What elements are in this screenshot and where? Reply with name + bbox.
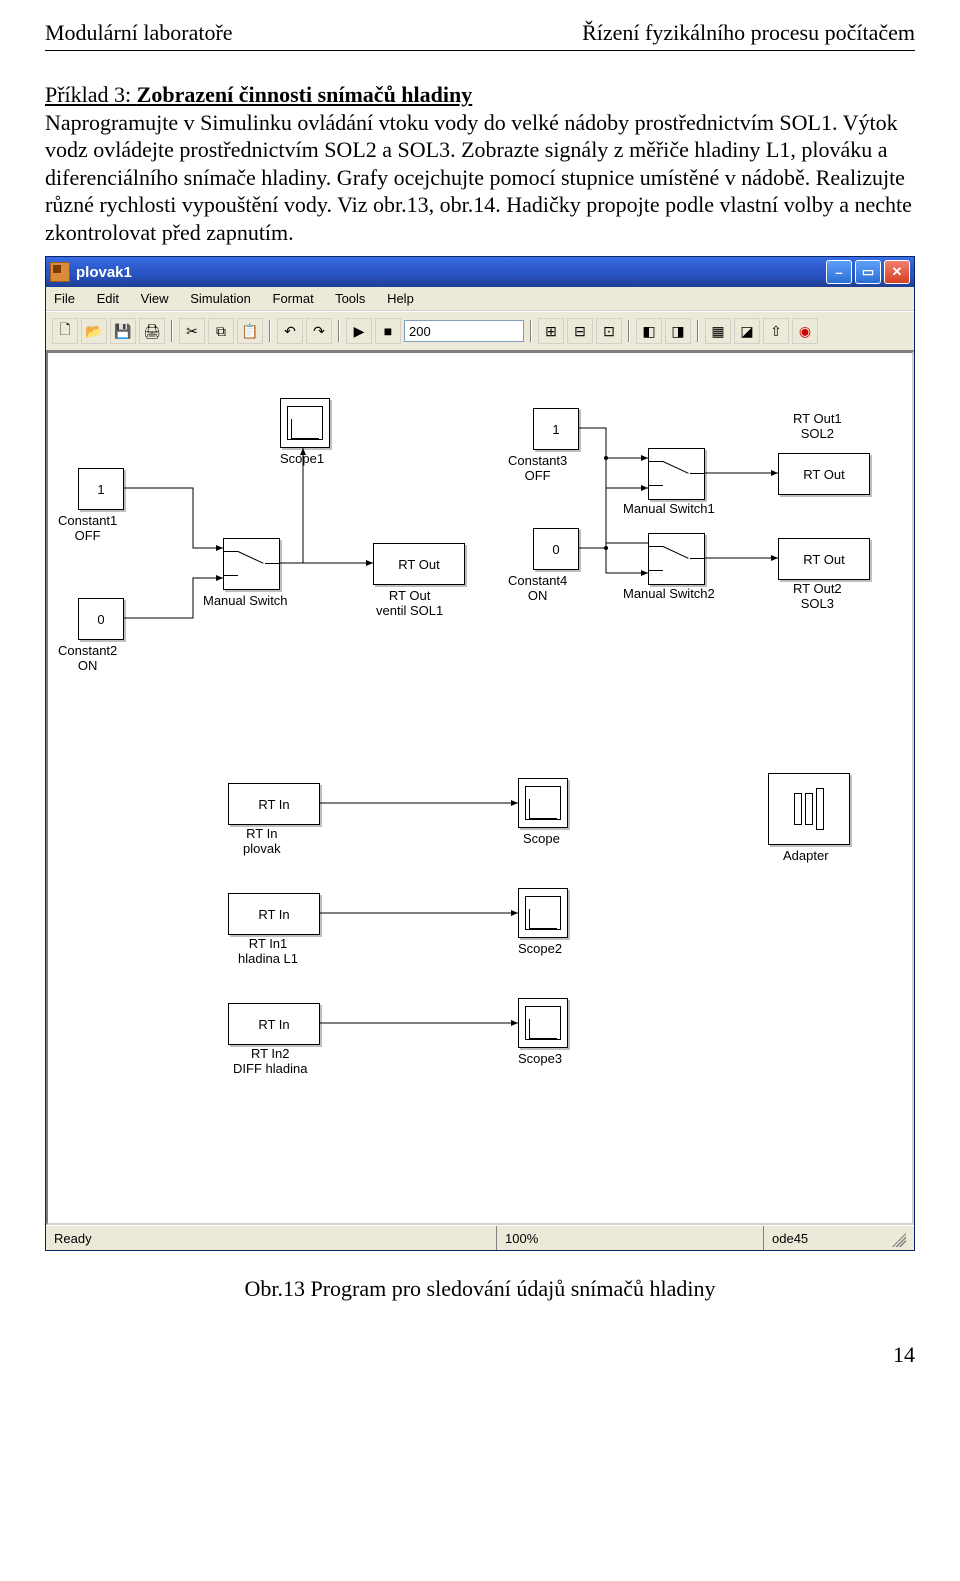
menu-format[interactable]: Format bbox=[273, 291, 314, 306]
minimize-button[interactable]: – bbox=[826, 260, 852, 284]
model-canvas[interactable]: 1 Constant1OFF 0 Constant2ON Manual Swit… bbox=[46, 351, 914, 1225]
tb-icon-i[interactable]: ◉ bbox=[792, 318, 818, 344]
label-scope1: Scope1 bbox=[280, 451, 324, 466]
menu-view[interactable]: View bbox=[141, 291, 169, 306]
titlebar[interactable]: plovak1 – ▭ ✕ bbox=[46, 257, 914, 287]
menu-help[interactable]: Help bbox=[387, 291, 414, 306]
label-constant1: Constant1OFF bbox=[58, 513, 117, 543]
example-lead: Příklad 3: bbox=[45, 82, 137, 107]
page-number: 14 bbox=[45, 1342, 915, 1368]
menu-file[interactable]: File bbox=[54, 291, 75, 306]
label-adapter: Adapter bbox=[783, 848, 829, 863]
stop-icon[interactable]: ■ bbox=[375, 318, 401, 344]
example-title: Zobrazení činnosti snímačů hladiny bbox=[137, 82, 473, 107]
tb-icon-e[interactable]: ◨ bbox=[665, 318, 691, 344]
label-rtout1: RT Out1SOL2 bbox=[793, 411, 842, 441]
label-rtout2: RT Out2SOL3 bbox=[793, 581, 842, 611]
block-rtin2[interactable]: RT In bbox=[228, 1003, 320, 1045]
header-right: Řízení fyzikálního procesu počítačem bbox=[582, 20, 915, 46]
print-icon[interactable]: 🖨 bbox=[139, 318, 165, 344]
close-button[interactable]: ✕ bbox=[884, 260, 910, 284]
menu-edit[interactable]: Edit bbox=[97, 291, 119, 306]
app-icon bbox=[50, 262, 70, 282]
block-constant4[interactable]: 0 bbox=[533, 528, 579, 570]
open-icon[interactable]: 📂 bbox=[81, 318, 107, 344]
simulink-window: plovak1 – ▭ ✕ File Edit View Simulation … bbox=[45, 256, 915, 1251]
page-header: Modulární laboratoře Řízení fyzikálního … bbox=[45, 20, 915, 51]
block-rtin1[interactable]: RT In bbox=[228, 893, 320, 935]
label-rtin2: RT In2DIFF hladina bbox=[233, 1046, 307, 1076]
maximize-button[interactable]: ▭ bbox=[855, 260, 881, 284]
tb-icon-d[interactable]: ◧ bbox=[636, 318, 662, 344]
cut-icon[interactable]: ✂ bbox=[179, 318, 205, 344]
block-adapter[interactable] bbox=[768, 773, 850, 845]
status-solver: ode45 bbox=[764, 1226, 914, 1250]
label-constant4: Constant4ON bbox=[508, 573, 567, 603]
tb-icon-g[interactable]: ◪ bbox=[734, 318, 760, 344]
block-rtout[interactable]: RT Out bbox=[373, 543, 465, 585]
block-constant3[interactable]: 1 bbox=[533, 408, 579, 450]
block-manual-switch1[interactable] bbox=[648, 448, 705, 500]
tb-icon-h[interactable]: ⇧ bbox=[763, 318, 789, 344]
block-constant1[interactable]: 1 bbox=[78, 468, 124, 510]
block-rtin[interactable]: RT In bbox=[228, 783, 320, 825]
block-scope3[interactable] bbox=[518, 998, 568, 1048]
menubar: File Edit View Simulation Format Tools H… bbox=[46, 287, 914, 311]
copy-icon[interactable]: ⧉ bbox=[208, 318, 234, 344]
label-rtout: RT Outventil SOL1 bbox=[376, 588, 443, 618]
block-constant2[interactable]: 0 bbox=[78, 598, 124, 640]
new-icon[interactable]: 🗋 bbox=[52, 318, 78, 344]
label-manual-switch1: Manual Switch1 bbox=[623, 501, 715, 516]
block-manual-switch2[interactable] bbox=[648, 533, 705, 585]
menu-tools[interactable]: Tools bbox=[335, 291, 365, 306]
tb-icon-b[interactable]: ⊟ bbox=[567, 318, 593, 344]
redo-icon[interactable]: ↷ bbox=[306, 318, 332, 344]
window-title: plovak1 bbox=[76, 264, 132, 281]
resize-grip-icon[interactable] bbox=[888, 1229, 906, 1247]
menu-simulation[interactable]: Simulation bbox=[190, 291, 251, 306]
label-manual-switch: Manual Switch bbox=[203, 593, 288, 608]
status-ready: Ready bbox=[46, 1226, 497, 1250]
label-scope: Scope bbox=[523, 831, 560, 846]
block-rtout2[interactable]: RT Out bbox=[778, 538, 870, 580]
header-left: Modulární laboratoře bbox=[45, 20, 233, 46]
block-manual-switch[interactable] bbox=[223, 538, 280, 590]
block-scope[interactable] bbox=[518, 778, 568, 828]
label-rtin: RT Inplovak bbox=[243, 826, 281, 856]
label-rtin1: RT In1hladina L1 bbox=[238, 936, 298, 966]
block-rtout1[interactable]: RT Out bbox=[778, 453, 870, 495]
toolbar: 🗋 📂 💾 🖨 ✂ ⧉ 📋 ↶ ↷ ▶ ■ 200 ⊞ ⊟ ⊡ ◧ ◨ ▦ ◪ bbox=[46, 311, 914, 351]
label-constant2: Constant2ON bbox=[58, 643, 117, 673]
status-zoom: 100% bbox=[497, 1226, 764, 1250]
block-scope1[interactable] bbox=[280, 398, 330, 448]
block-scope2[interactable] bbox=[518, 888, 568, 938]
stoptime-field[interactable]: 200 bbox=[404, 320, 524, 342]
save-icon[interactable]: 💾 bbox=[110, 318, 136, 344]
tb-icon-f[interactable]: ▦ bbox=[705, 318, 731, 344]
run-icon[interactable]: ▶ bbox=[346, 318, 372, 344]
tb-icon-c[interactable]: ⊡ bbox=[596, 318, 622, 344]
undo-icon[interactable]: ↶ bbox=[277, 318, 303, 344]
paste-icon[interactable]: 📋 bbox=[237, 318, 263, 344]
label-scope3: Scope3 bbox=[518, 1051, 562, 1066]
example-body: Naprogramujte v Simulinku ovládání vtoku… bbox=[45, 110, 912, 245]
example-paragraph: Příklad 3: Zobrazení činnosti snímačů hl… bbox=[45, 81, 915, 246]
tb-icon-a[interactable]: ⊞ bbox=[538, 318, 564, 344]
label-scope2: Scope2 bbox=[518, 941, 562, 956]
statusbar: Ready 100% ode45 bbox=[46, 1225, 914, 1250]
label-constant3: Constant3OFF bbox=[508, 453, 567, 483]
figure-caption: Obr.13 Program pro sledování údajů sníma… bbox=[45, 1276, 915, 1302]
label-manual-switch2: Manual Switch2 bbox=[623, 586, 715, 601]
